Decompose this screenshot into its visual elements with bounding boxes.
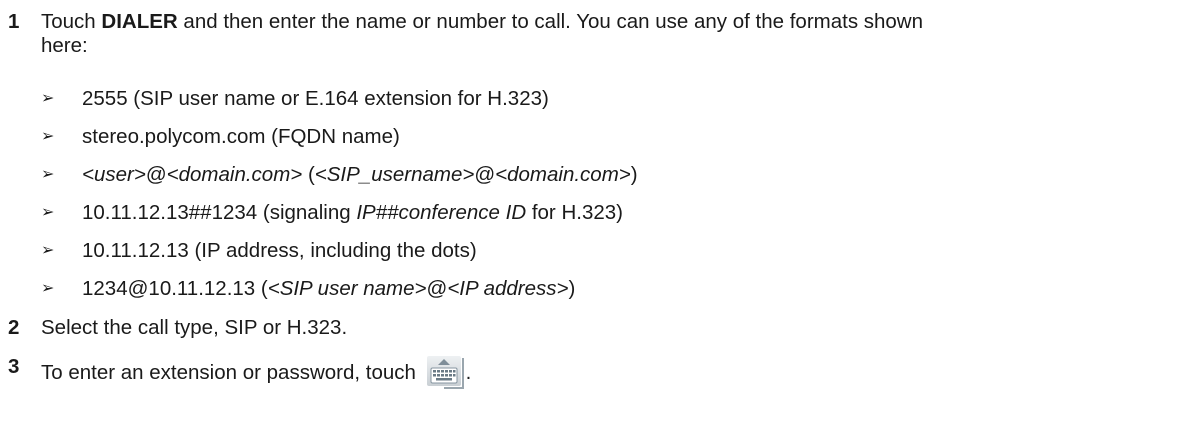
list-item-text: 2555 (SIP user name or E.164 extension f… xyxy=(82,87,549,111)
arrow-bullet-icon: ➢ xyxy=(41,90,55,107)
italic-run: IP##conference ID xyxy=(356,201,527,224)
italic-run: <domain.com> xyxy=(166,163,303,186)
text-run: ( xyxy=(302,163,315,186)
document-page: 1 Touch DIALER and then enter the name o… xyxy=(0,0,1204,431)
text-run: stereo.polycom.com (FQDN name) xyxy=(82,125,400,148)
keyboard-icon xyxy=(426,355,466,389)
step-text: Select the call type, SIP or H.323. xyxy=(41,316,1201,340)
text-run: 2555 (SIP user name or E.164 extension f… xyxy=(82,87,549,110)
italic-run: <user> xyxy=(82,163,146,186)
step-number: 3 xyxy=(8,355,20,378)
text-run: @ xyxy=(474,163,496,186)
step-number: 1 xyxy=(8,10,20,33)
step-text: To enter an extension or password, touch xyxy=(41,355,1201,389)
step-text: Touch DIALER and then enter the name or … xyxy=(41,10,1201,58)
step-text-part: To enter an extension or password, touch xyxy=(41,361,422,384)
list-item-text: <user>@<domain.com> (<SIP_username>@<dom… xyxy=(82,163,638,187)
italic-run: <SIP_username> xyxy=(314,163,475,186)
text-run: ) xyxy=(568,277,576,300)
list-item-text: 1234@10.11.12.13 (<SIP user name>@<IP ad… xyxy=(82,277,575,301)
step-text-part: . xyxy=(465,361,472,384)
text-run: @ xyxy=(145,163,167,186)
italic-run: <IP address> xyxy=(447,277,569,300)
list-item-text: 10.11.12.13##1234 (signaling IP##confere… xyxy=(82,201,623,225)
dialer-label: DIALER xyxy=(101,10,178,33)
italic-run: <domain.com> xyxy=(495,163,631,186)
step-text-part: Select the call type, SIP or H.323. xyxy=(41,316,348,339)
text-run: 10.11.12.13 (IP address, including the d… xyxy=(82,239,477,262)
text-run: for H.323) xyxy=(526,201,623,224)
arrow-bullet-icon: ➢ xyxy=(41,204,55,221)
step-text-part: here: xyxy=(41,34,88,57)
step-number: 2 xyxy=(8,316,20,339)
arrow-bullet-icon: ➢ xyxy=(41,128,55,145)
step-text-part: and then enter the name or number to cal… xyxy=(177,10,924,33)
list-item-text: stereo.polycom.com (FQDN name) xyxy=(82,125,400,149)
arrow-bullet-icon: ➢ xyxy=(41,280,55,297)
text-run: @ xyxy=(426,277,448,300)
list-item-text: 10.11.12.13 (IP address, including the d… xyxy=(82,239,477,263)
step-text-part: Touch xyxy=(41,10,102,33)
text-run: 10.11.12.13##1234 (signaling xyxy=(82,201,357,224)
text-run: 1234@10.11.12.13 ( xyxy=(82,277,268,300)
italic-run: <SIP user name> xyxy=(267,277,427,300)
arrow-bullet-icon: ➢ xyxy=(41,166,55,183)
arrow-bullet-icon: ➢ xyxy=(41,242,55,259)
text-run: ) xyxy=(630,163,638,186)
